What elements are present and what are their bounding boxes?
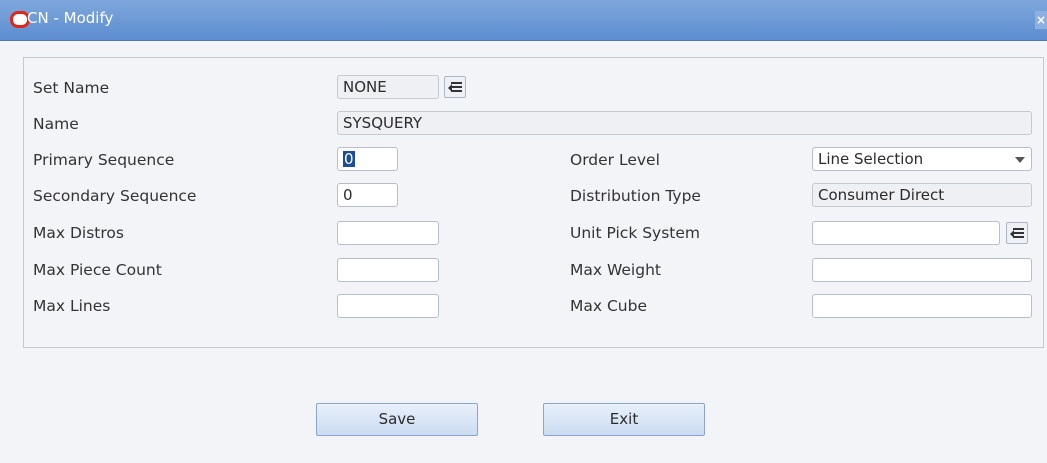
secondary-sequence-label: Secondary Sequence xyxy=(33,187,197,205)
secondary-sequence-field[interactable]: 0 xyxy=(337,183,398,207)
order-level-value: Line Selection xyxy=(818,150,924,168)
close-icon[interactable]: × xyxy=(1035,11,1047,29)
name-field[interactable]: SYSQUERY xyxy=(337,111,1032,135)
primary-sequence-value: 0 xyxy=(343,150,355,168)
set-name-lov-button[interactable] xyxy=(444,76,466,98)
max-cube-field[interactable] xyxy=(812,294,1032,318)
max-weight-field[interactable] xyxy=(812,258,1032,282)
unit-pick-system-field[interactable] xyxy=(812,221,1000,245)
max-piece-count-field[interactable] xyxy=(337,258,439,282)
name-label: Name xyxy=(33,115,79,133)
distribution-type-field[interactable]: Consumer Direct xyxy=(812,183,1032,207)
title-bar: CN - Modify × xyxy=(0,0,1047,41)
window-title: CN - Modify xyxy=(27,9,114,27)
max-weight-label: Max Weight xyxy=(570,261,661,279)
primary-sequence-field[interactable]: 0 xyxy=(337,147,398,171)
max-lines-label: Max Lines xyxy=(33,297,111,315)
order-level-label: Order Level xyxy=(570,151,660,169)
primary-sequence-label: Primary Sequence xyxy=(33,151,175,169)
chevron-down-icon xyxy=(1015,157,1025,163)
max-distros-field[interactable] xyxy=(337,221,439,245)
exit-button[interactable]: Exit xyxy=(543,403,705,436)
save-button[interactable]: Save xyxy=(316,403,478,436)
unit-pick-system-label: Unit Pick System xyxy=(570,224,701,242)
max-distros-label: Max Distros xyxy=(33,224,124,242)
max-piece-count-label: Max Piece Count xyxy=(33,261,162,279)
order-level-dropdown[interactable]: Line Selection xyxy=(812,147,1032,171)
distribution-type-label: Distribution Type xyxy=(570,187,701,205)
set-name-field[interactable]: NONE xyxy=(337,75,439,99)
max-cube-label: Max Cube xyxy=(570,297,647,315)
set-name-label: Set Name xyxy=(33,79,110,97)
unit-pick-system-lov-button[interactable] xyxy=(1006,222,1028,244)
max-lines-field[interactable] xyxy=(337,294,439,318)
